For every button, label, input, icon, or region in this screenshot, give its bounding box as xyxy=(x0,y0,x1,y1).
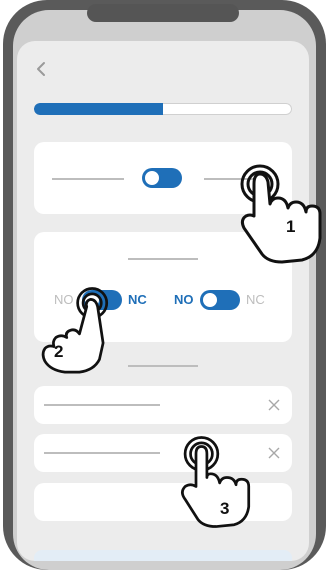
bottom-panel xyxy=(34,550,292,561)
close-icon[interactable] xyxy=(268,399,280,411)
tap-hand-icon xyxy=(240,164,322,264)
right-switch-nc-label: NC xyxy=(246,292,265,307)
right-switch[interactable] xyxy=(200,290,240,310)
close-icon[interactable] xyxy=(268,447,280,459)
placeholder-line xyxy=(128,258,198,260)
placeholder-line xyxy=(44,452,160,454)
phone-speaker xyxy=(87,4,239,22)
toggle-knob xyxy=(143,169,161,187)
chevron-left-icon[interactable] xyxy=(33,60,51,78)
gesture-number: 3 xyxy=(220,499,230,518)
toggle-switch[interactable] xyxy=(142,168,182,188)
left-switch-nc-label: NC xyxy=(128,292,147,307)
progress-bar xyxy=(34,103,292,115)
gesture-number: 1 xyxy=(286,217,296,236)
gesture-number: 2 xyxy=(54,342,64,361)
section-divider xyxy=(128,365,198,367)
right-switch-knob xyxy=(201,291,219,309)
placeholder-line xyxy=(52,178,124,180)
progress-bar-fill xyxy=(34,103,163,115)
placeholder-line xyxy=(44,404,160,406)
list-item[interactable] xyxy=(34,386,292,424)
tap-hand-icon xyxy=(181,436,251,528)
tap-hand-icon xyxy=(41,287,109,374)
right-switch-no-label: NO xyxy=(174,292,194,307)
